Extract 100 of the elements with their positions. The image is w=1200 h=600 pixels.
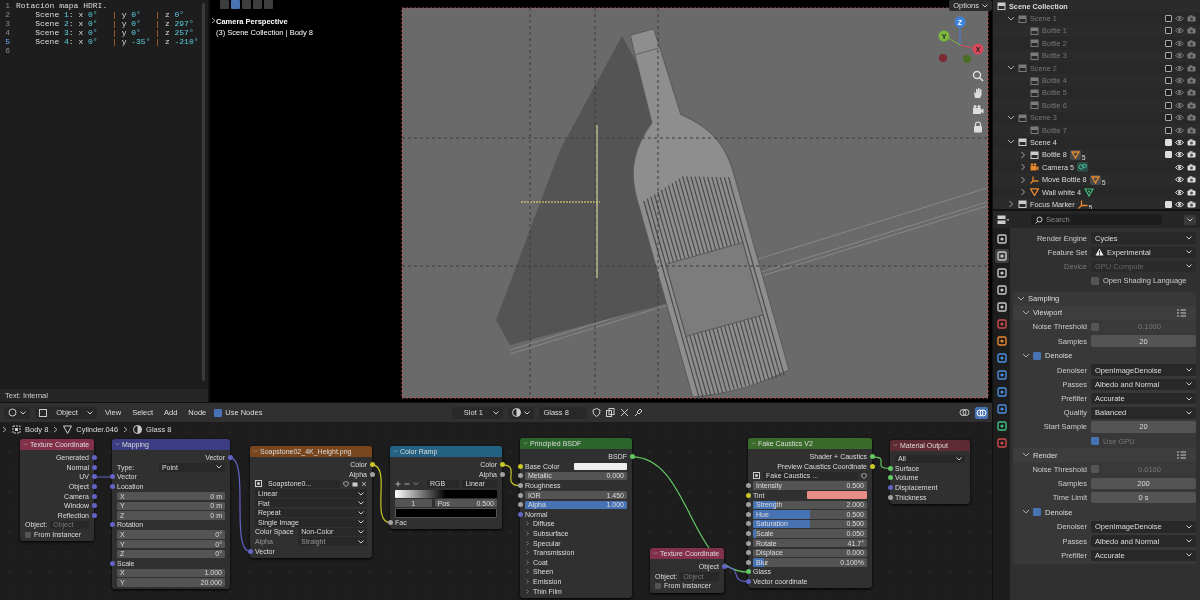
camera-icon[interactable]: [1187, 163, 1196, 171]
properties-tab[interactable]: [994, 368, 1009, 382]
line-number: 1: [4, 1, 10, 10]
mesh-icon[interactable]: [1084, 187, 1095, 197]
caret-icon: [20, 410, 26, 415]
properties-tab[interactable]: [994, 419, 1009, 433]
list-icon[interactable]: [1177, 308, 1186, 317]
folder-icon[interactable]: [352, 481, 358, 487]
properties-tab[interactable]: [994, 300, 1009, 314]
eye-icon[interactable]: [1175, 139, 1184, 146]
copy-icon[interactable]: [606, 408, 616, 417]
collection-icon: [1018, 138, 1027, 147]
editor-type-icon[interactable]: [997, 214, 1009, 225]
code-line[interactable]: Scene 4: x 0° | y -35° | z -210°: [16, 37, 199, 46]
checkbox[interactable]: [1033, 351, 1041, 360]
eye-icon[interactable]: [1175, 200, 1184, 208]
collection-icon: [1030, 101, 1039, 110]
gradient-bar[interactable]: [395, 489, 497, 498]
input-socket[interactable]: [387, 519, 393, 525]
list-icon[interactable]: [1177, 451, 1186, 460]
properties-tab[interactable]: [994, 232, 1009, 246]
overlay-icon[interactable]: [959, 407, 970, 418]
properties-tab[interactable]: [994, 402, 1009, 416]
caret-icon: [1186, 410, 1192, 415]
triangle-icon[interactable]: [1069, 149, 1081, 160]
checkbox[interactable]: [1091, 276, 1099, 285]
caret-icon: [1186, 382, 1192, 387]
hand-icon[interactable]: [972, 87, 984, 99]
properties-tab[interactable]: [994, 283, 1009, 297]
line-number: 6: [4, 46, 10, 55]
checkbox[interactable]: [655, 583, 661, 589]
material-browse-button[interactable]: [508, 406, 535, 419]
properties-tab[interactable]: [994, 334, 1009, 348]
input-socket[interactable]: [247, 548, 253, 554]
collection-icon: [1018, 200, 1027, 209]
axes-icon[interactable]: [1077, 199, 1088, 209]
overlay-toggle-icon[interactable]: [975, 406, 988, 419]
pin-icon[interactable]: [634, 408, 644, 417]
chevron-icon[interactable]: [413, 481, 419, 487]
caret-icon: [1186, 524, 1192, 529]
output-socket[interactable]: [629, 454, 635, 460]
collection-icon: [1030, 26, 1039, 35]
chevron-icon[interactable]: [1017, 294, 1025, 303]
zoom-icon[interactable]: [972, 70, 984, 82]
collection-icon: [1030, 51, 1039, 60]
caret-icon: [1186, 264, 1192, 269]
dropdown-button[interactable]: [1184, 214, 1196, 225]
code-line[interactable]: Scene 3: x 0° | y 0° | z 257°: [16, 28, 194, 37]
properties-tab[interactable]: [994, 385, 1009, 399]
line-number: 2: [4, 10, 10, 19]
eye-icon[interactable]: [1175, 163, 1184, 171]
lock-icon[interactable]: [972, 121, 984, 133]
node-card[interactable]: [748, 438, 872, 589]
camera-icon[interactable]: [1187, 151, 1196, 159]
input-socket[interactable]: [109, 522, 115, 528]
shield-icon[interactable]: [592, 408, 602, 417]
triangle-icon: [1030, 188, 1039, 197]
chevron-icon: [123, 426, 129, 433]
shield-icon[interactable]: [343, 481, 349, 487]
image-icon[interactable]: [255, 480, 262, 488]
camera-icon[interactable]: [1187, 200, 1196, 208]
checkbox[interactable]: [214, 408, 223, 417]
code-line[interactable]: Scene 2: x 0° | y 0° | z 297°: [16, 19, 194, 28]
color-swatch[interactable]: [573, 462, 627, 471]
collection-icon: [1030, 76, 1039, 85]
properties-tab[interactable]: [994, 351, 1009, 365]
caret-icon: [956, 456, 962, 461]
triangle-icon[interactable]: [1089, 174, 1101, 185]
close-icon[interactable]: [361, 481, 367, 487]
camera-icon[interactable]: [1077, 162, 1089, 173]
code-line[interactable]: Scene 1: x 0° | y 0° | z 0°: [16, 10, 185, 19]
eye-icon[interactable]: [1175, 176, 1184, 184]
checkbox[interactable]: [1091, 322, 1099, 331]
input-socket[interactable]: [109, 560, 115, 566]
chevron-icon: [53, 426, 59, 433]
eye-icon[interactable]: [1175, 151, 1184, 159]
checkbox[interactable]: [1033, 508, 1041, 517]
camera-icon[interactable]: [1187, 139, 1196, 146]
code-line[interactable]: Rotación mapa HDRI.: [16, 1, 108, 10]
checkbox[interactable]: [1091, 465, 1099, 474]
properties-tab[interactable]: [994, 249, 1009, 263]
plus-icon[interactable]: [395, 481, 401, 487]
caret-icon: [87, 410, 93, 415]
node-tree-icon[interactable]: [753, 472, 760, 480]
camera-icon[interactable]: [1187, 188, 1196, 196]
chevron-icon[interactable]: [1022, 351, 1030, 360]
search-icon: [1035, 215, 1043, 224]
chevron-icon[interactable]: [1022, 308, 1030, 317]
properties-tab[interactable]: [994, 266, 1009, 280]
close-icon[interactable]: [620, 408, 630, 417]
camera-icon[interactable]: [1187, 176, 1196, 184]
minus-icon[interactable]: [404, 481, 410, 487]
eye-icon[interactable]: [1175, 188, 1184, 196]
color-swatch[interactable]: [395, 508, 497, 518]
shield-icon[interactable]: [861, 473, 867, 479]
caret-icon: [524, 410, 531, 415]
checkbox[interactable]: [25, 531, 31, 538]
caret-icon: [1186, 236, 1192, 241]
editor-type-button[interactable]: [4, 406, 30, 419]
color-swatch[interactable]: [807, 491, 867, 499]
